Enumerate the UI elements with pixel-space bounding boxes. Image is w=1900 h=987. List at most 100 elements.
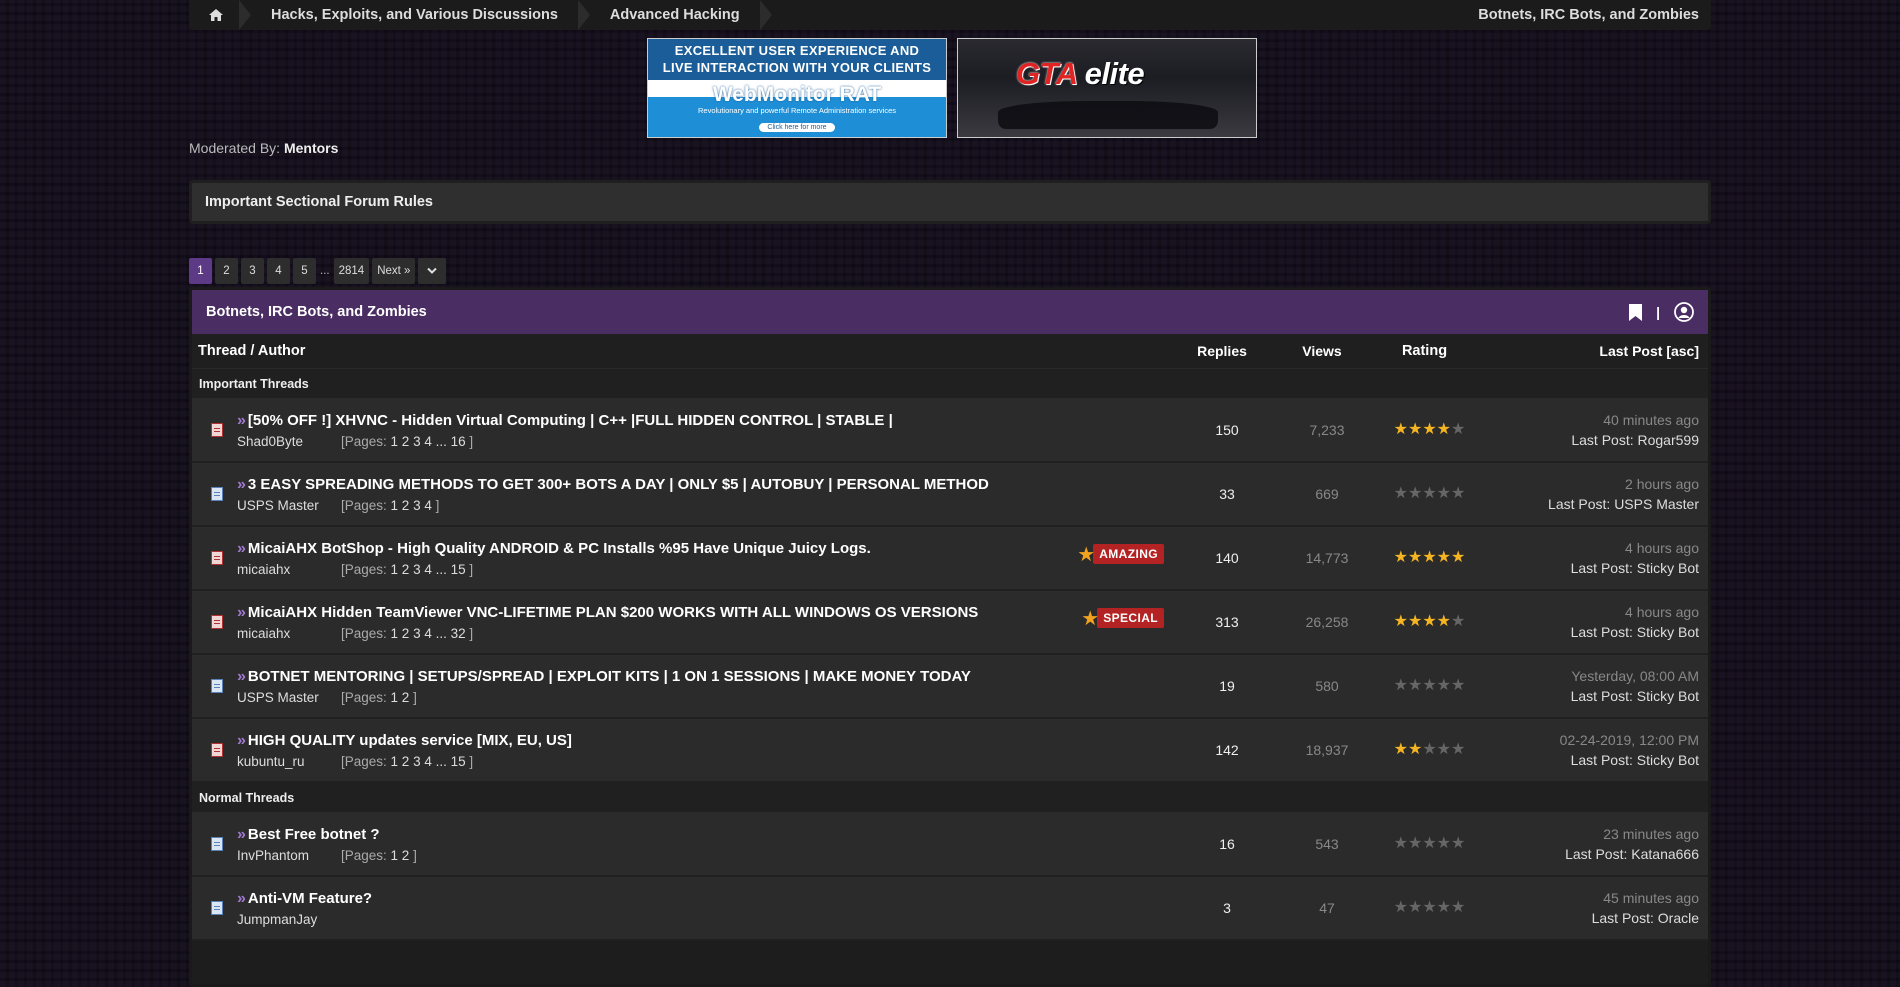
rating-star-icon[interactable]: ★ <box>1408 836 1422 852</box>
thread-title[interactable]: MicaiAHX BotShop - High Quality ANDROID … <box>248 540 871 557</box>
thread-row[interactable]: » MicaiAHX BotShop - High Quality ANDROID… <box>192 527 1708 591</box>
rating-star-icon[interactable]: ★ <box>1422 836 1436 852</box>
thread-title[interactable]: [50% OFF !] XHVNC - Hidden Virtual Compu… <box>248 412 893 429</box>
thread-replies[interactable]: 142 <box>1172 742 1282 758</box>
thread-author[interactable]: USPS Master <box>237 690 327 705</box>
last-post-user[interactable]: Rogar599 <box>1638 432 1700 448</box>
col-replies[interactable]: Replies <box>1167 343 1277 359</box>
rating-star-icon[interactable]: ★ <box>1422 550 1436 566</box>
page-1[interactable]: 1 <box>189 258 212 284</box>
rating-star-icon[interactable]: ★ <box>1451 422 1465 438</box>
rating-star-icon[interactable]: ★ <box>1422 900 1436 916</box>
rating-star-icon[interactable]: ★ <box>1422 742 1436 758</box>
rating-star-icon[interactable]: ★ <box>1408 614 1422 630</box>
thread-title[interactable]: HIGH QUALITY updates service [MIX, EU, U… <box>248 732 572 749</box>
thread-row[interactable]: » [50% OFF !] XHVNC - Hidden Virtual Comp… <box>192 399 1708 463</box>
thread-title[interactable]: Anti-VM Feature? <box>248 890 372 907</box>
rating-star-icon[interactable]: ★ <box>1408 486 1422 502</box>
page-4[interactable]: 4 <box>267 258 290 284</box>
thread-title[interactable]: 3 EASY SPREADING METHODS TO GET 300+ BOT… <box>248 476 989 493</box>
goto-unread-icon[interactable]: » <box>237 668 246 685</box>
thread-author[interactable]: kubuntu_ru <box>237 754 327 769</box>
last-post-user[interactable]: Sticky Bot <box>1637 624 1699 640</box>
rating-star-icon[interactable]: ★ <box>1422 614 1436 630</box>
goto-unread-icon[interactable]: » <box>237 604 246 621</box>
rating-star-icon[interactable]: ★ <box>1451 550 1465 566</box>
thread-page-links[interactable]: 1 2 3 4 <box>391 498 432 513</box>
rating-star-icon[interactable]: ★ <box>1394 742 1408 758</box>
thread-page-links[interactable]: 1 2 3 4 ... 16 <box>391 434 466 449</box>
rating-star-icon[interactable]: ★ <box>1437 836 1451 852</box>
goto-unread-icon[interactable]: » <box>237 476 246 493</box>
goto-unread-icon[interactable]: » <box>237 826 246 843</box>
rating-star-icon[interactable]: ★ <box>1437 550 1451 566</box>
rating-star-icon[interactable]: ★ <box>1437 742 1451 758</box>
last-post-user[interactable]: Sticky Bot <box>1637 560 1699 576</box>
rating-star-icon[interactable]: ★ <box>1394 836 1408 852</box>
rating-star-icon[interactable]: ★ <box>1437 486 1451 502</box>
thread-page-links[interactable]: 1 2 3 4 ... 15 <box>391 562 466 577</box>
thread-row[interactable]: » MicaiAHX Hidden TeamViewer VNC-LIFETIME… <box>192 591 1708 655</box>
thread-author[interactable]: Shad0Byte <box>237 434 327 449</box>
thread-replies[interactable]: 19 <box>1172 678 1282 694</box>
rating-star-icon[interactable]: ★ <box>1394 550 1408 566</box>
rating-star-icon[interactable]: ★ <box>1394 422 1408 438</box>
col-thread[interactable]: Thread / Author <box>192 343 1167 359</box>
last-post-user[interactable]: Sticky Bot <box>1637 688 1699 704</box>
forum-rules-label[interactable]: Important Sectional Forum Rules <box>205 194 433 210</box>
rating-star-icon[interactable]: ★ <box>1437 614 1451 630</box>
sort-asc-link[interactable]: [asc] <box>1666 343 1699 359</box>
thread-replies[interactable]: 150 <box>1172 422 1282 438</box>
breadcrumb-item[interactable]: Advanced Hacking <box>590 0 760 30</box>
thread-replies[interactable]: 16 <box>1172 836 1282 852</box>
forum-rules-box[interactable]: Important Sectional Forum Rules <box>189 180 1711 224</box>
last-post-time[interactable]: 40 minutes ago <box>1487 410 1699 430</box>
thread-page-links[interactable]: 1 2 3 4 ... 32 <box>391 626 466 641</box>
last-post-time[interactable]: 02-24-2019, 12:00 PM <box>1487 730 1699 750</box>
rating-star-icon[interactable]: ★ <box>1394 678 1408 694</box>
thread-title[interactable]: BOTNET MENTORING | SETUPS/SPREAD | EXPLO… <box>248 668 971 685</box>
thread-page-links[interactable]: 1 2 <box>391 690 410 705</box>
webmonitor-banner[interactable]: EXCELLENT USER EXPERIENCE AND LIVE INTER… <box>647 38 947 138</box>
rating-star-icon[interactable]: ★ <box>1451 742 1465 758</box>
thread-replies[interactable]: 140 <box>1172 550 1282 566</box>
last-post-user[interactable]: Katana666 <box>1631 846 1699 862</box>
last-post-time[interactable]: 45 minutes ago <box>1487 888 1699 908</box>
thread-title[interactable]: Best Free botnet ? <box>248 826 380 843</box>
thread-title[interactable]: MicaiAHX Hidden TeamViewer VNC-LIFETIME … <box>248 604 978 621</box>
rating-star-icon[interactable]: ★ <box>1394 486 1408 502</box>
rating-star-icon[interactable]: ★ <box>1437 678 1451 694</box>
thread-replies[interactable]: 3 <box>1172 900 1282 916</box>
breadcrumb-item[interactable]: Hacks, Exploits, and Various Discussions <box>251 0 578 30</box>
rating-star-icon[interactable]: ★ <box>1451 836 1465 852</box>
thread-row[interactable]: » 3 EASY SPREADING METHODS TO GET 300+ BO… <box>192 463 1708 527</box>
user-subscribe-icon[interactable] <box>1674 302 1694 322</box>
rating-star-icon[interactable]: ★ <box>1451 900 1465 916</box>
rating-star-icon[interactable]: ★ <box>1451 614 1465 630</box>
thread-page-links[interactable]: 1 2 <box>391 848 410 863</box>
page-2[interactable]: 2 <box>215 258 238 284</box>
last-post-time[interactable]: 23 minutes ago <box>1487 824 1699 844</box>
thread-page-links[interactable]: 1 2 3 4 ... 15 <box>391 754 466 769</box>
thread-author[interactable]: InvPhantom <box>237 848 327 863</box>
thread-row[interactable]: » HIGH QUALITY updates service [MIX, EU, … <box>192 719 1708 783</box>
thread-row[interactable]: » Anti-VM Feature? JumpmanJay 3 47 ★ ★ ★ ★ ★ 45 mi… <box>192 877 1708 941</box>
last-post-time[interactable]: Yesterday, 08:00 AM <box>1487 666 1699 686</box>
thread-author[interactable]: JumpmanJay <box>237 912 327 927</box>
rating-star-icon[interactable]: ★ <box>1422 678 1436 694</box>
last-post-user[interactable]: Sticky Bot <box>1637 752 1699 768</box>
col-rating[interactable]: Rating <box>1367 343 1482 359</box>
rating-star-icon[interactable]: ★ <box>1451 486 1465 502</box>
thread-row[interactable]: » Best Free botnet ? InvPhantom [Pages: 1 2… <box>192 813 1708 877</box>
last-post-user[interactable]: Oracle <box>1658 910 1699 926</box>
bookmark-icon[interactable] <box>1629 303 1643 321</box>
goto-unread-icon[interactable]: » <box>237 412 246 429</box>
rating-star-icon[interactable]: ★ <box>1408 900 1422 916</box>
rating-star-icon[interactable]: ★ <box>1451 678 1465 694</box>
page-last[interactable]: 2814 <box>333 258 370 284</box>
rating-star-icon[interactable]: ★ <box>1408 678 1422 694</box>
rating-star-icon[interactable]: ★ <box>1408 550 1422 566</box>
rating-star-icon[interactable]: ★ <box>1437 422 1451 438</box>
breadcrumb-current[interactable]: Botnets, IRC Bots, and Zombies <box>1458 0 1711 30</box>
col-views[interactable]: Views <box>1277 343 1367 359</box>
